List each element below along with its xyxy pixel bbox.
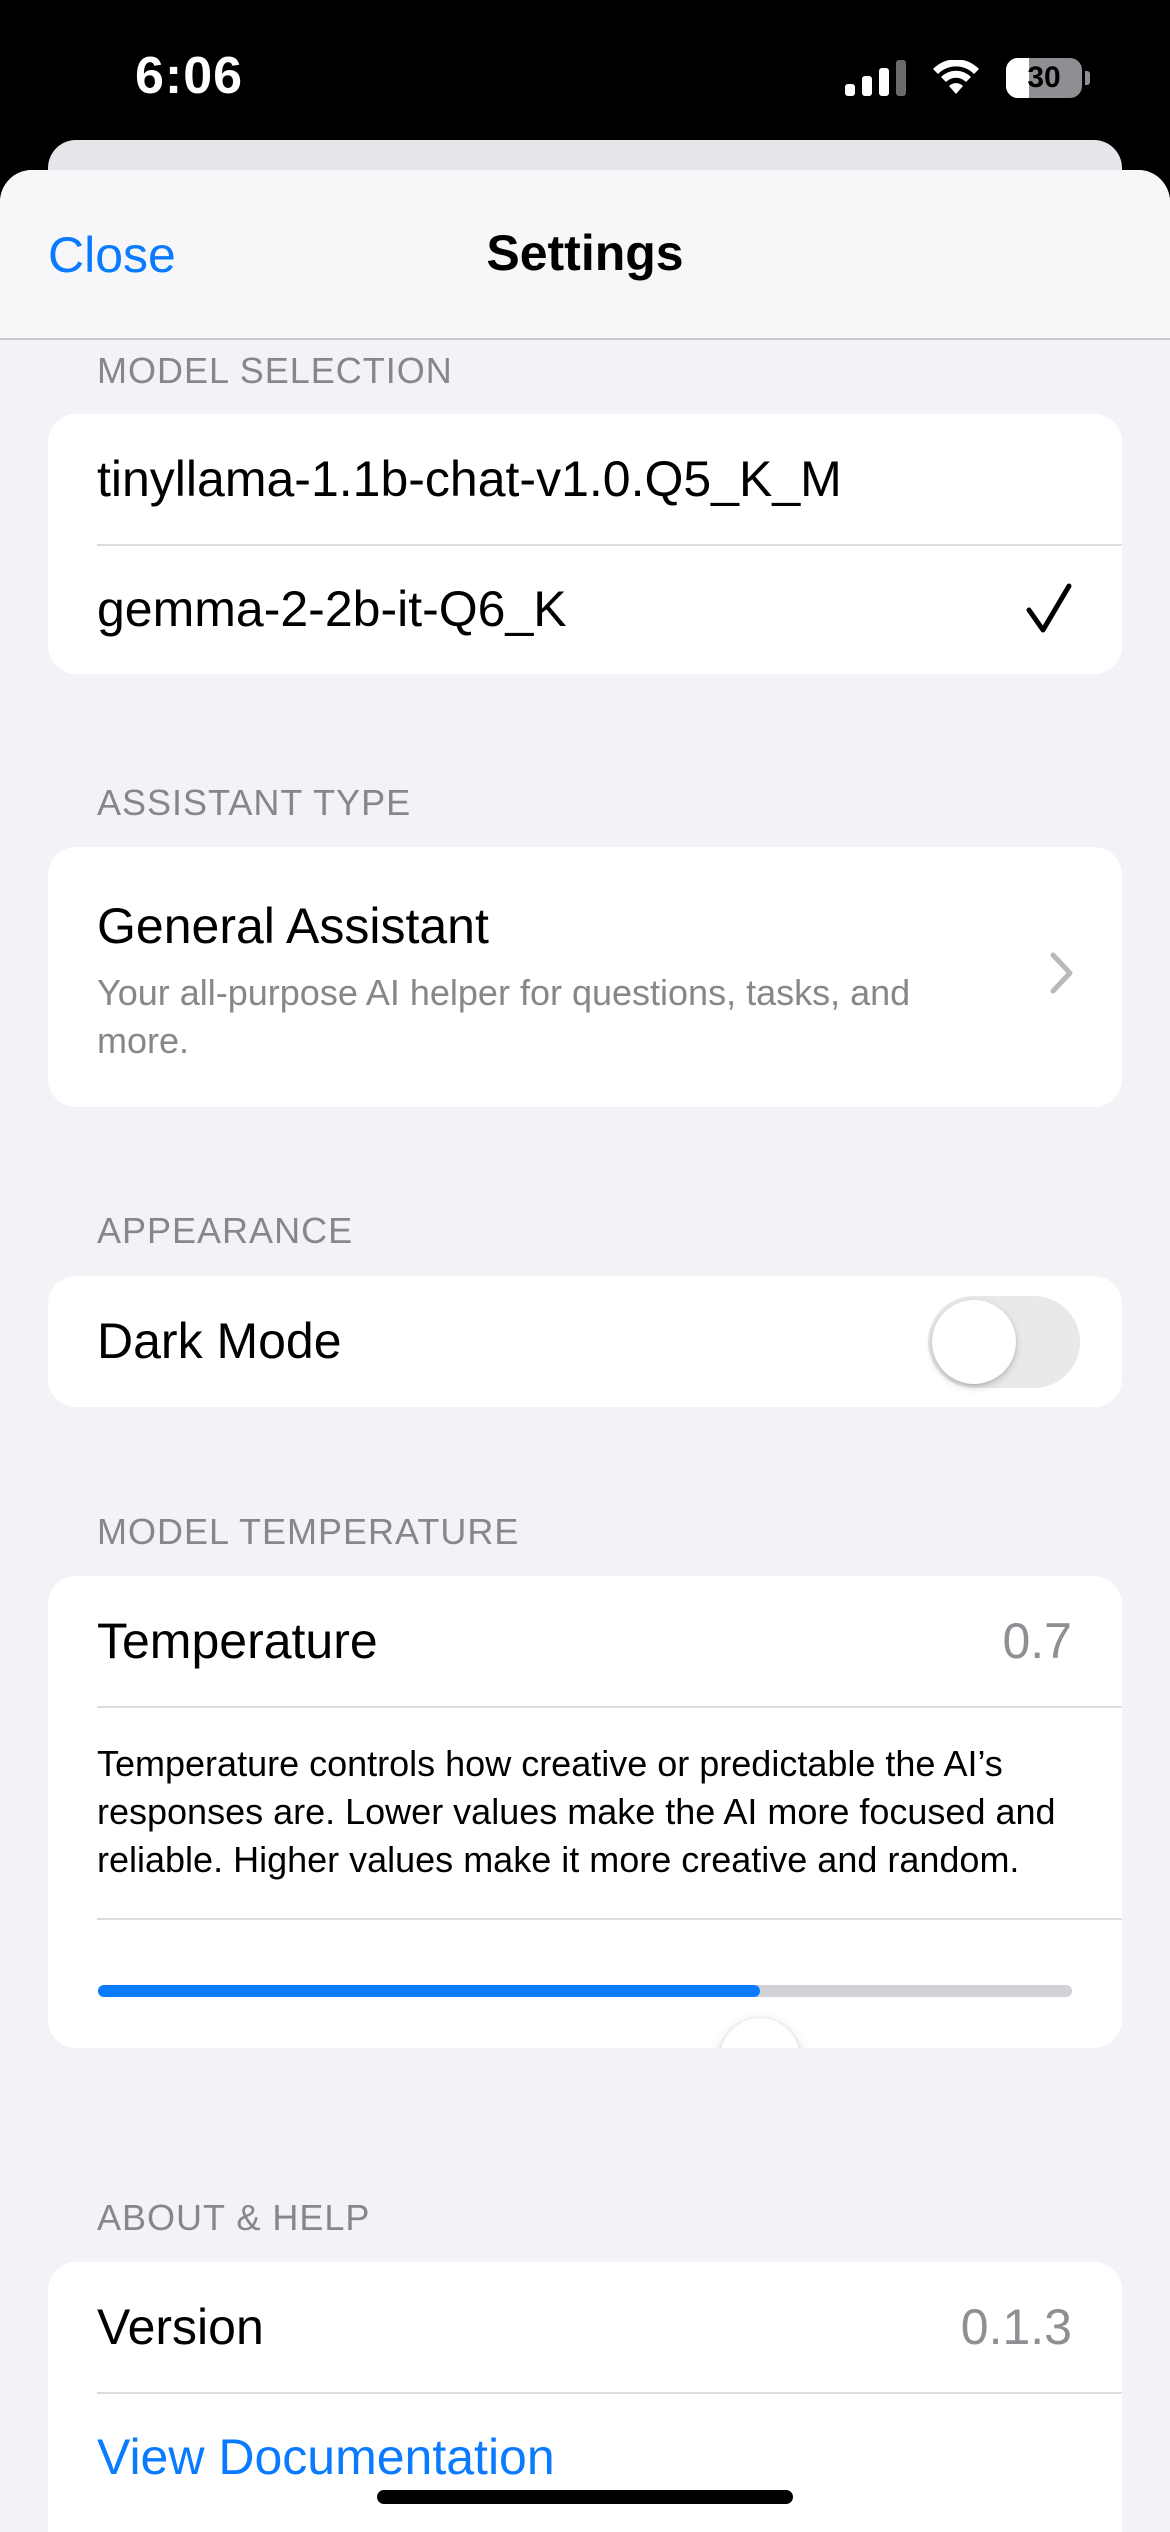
model-option-gemma[interactable]: gemma-2-2b-it-Q6_K: [48, 544, 1122, 674]
status-time: 6:06: [135, 47, 244, 105]
checkmark-icon: [1026, 583, 1072, 633]
wifi-icon: [933, 60, 979, 94]
version-label: Version: [97, 2299, 264, 2355]
version-value: 0.1.3: [960, 2299, 1072, 2355]
settings-sheet: Close Settings MODEL SELECTION tinyllama…: [0, 170, 1170, 2532]
slider-thumb[interactable]: [720, 2018, 801, 2048]
section-header-model-selection: MODEL SELECTION: [97, 350, 453, 391]
assistant-type-title: General Assistant: [97, 898, 489, 954]
section-header-assistant-type: ASSISTANT TYPE: [97, 782, 412, 823]
section-header-about-help: ABOUT & HELP: [97, 2197, 371, 2238]
model-option-tinyllama[interactable]: tinyllama-1.1b-chat-v1.0.Q5_K_M: [48, 414, 1122, 544]
temperature-description: Temperature controls how creative or pre…: [48, 1706, 1122, 1918]
model-selection-card: tinyllama-1.1b-chat-v1.0.Q5_K_M gemma-2-…: [48, 414, 1122, 674]
slider-fill: [98, 1985, 761, 1997]
assistant-type-row[interactable]: General Assistant Your all-purpose AI he…: [48, 847, 1122, 1107]
slider-track: [98, 1985, 1072, 2048]
dark-mode-label: Dark Mode: [97, 1313, 342, 1369]
temperature-slider[interactable]: [48, 1918, 1122, 2048]
section-header-appearance: APPEARANCE: [97, 1210, 354, 1251]
view-documentation-link[interactable]: View Documentation: [97, 2428, 555, 2486]
dark-mode-toggle[interactable]: [928, 1296, 1080, 1388]
navigation-bar: Close Settings: [0, 170, 1170, 340]
temperature-card: Temperature 0.7 Temperature controls how…: [48, 1576, 1122, 2048]
temperature-row: Temperature 0.7: [48, 1576, 1122, 1706]
dark-mode-row: Dark Mode: [48, 1276, 1122, 1406]
appearance-card: Dark Mode: [48, 1276, 1122, 1407]
assistant-type-description: Your all-purpose AI helper for questions…: [97, 972, 911, 1061]
temperature-label: Temperature: [97, 1613, 378, 1669]
section-header-model-temperature: MODEL TEMPERATURE: [97, 1511, 520, 1552]
version-row: Version 0.1.3: [48, 2262, 1122, 2392]
status-bar: 6:06 30: [0, 0, 1170, 160]
chevron-right-icon: [1050, 952, 1073, 994]
model-option-label: tinyllama-1.1b-chat-v1.0.Q5_K_M: [97, 451, 842, 507]
status-icons: 30: [845, 58, 1090, 98]
battery-icon: 30: [1006, 58, 1090, 98]
toggle-knob: [932, 1300, 1016, 1384]
home-indicator: [377, 2490, 793, 2504]
temperature-value: 0.7: [1002, 1613, 1072, 1669]
cellular-signal-icon: [845, 60, 906, 96]
page-title: Settings: [486, 225, 684, 281]
model-option-label: gemma-2-2b-it-Q6_K: [97, 581, 567, 637]
battery-level: 30: [1027, 61, 1061, 94]
